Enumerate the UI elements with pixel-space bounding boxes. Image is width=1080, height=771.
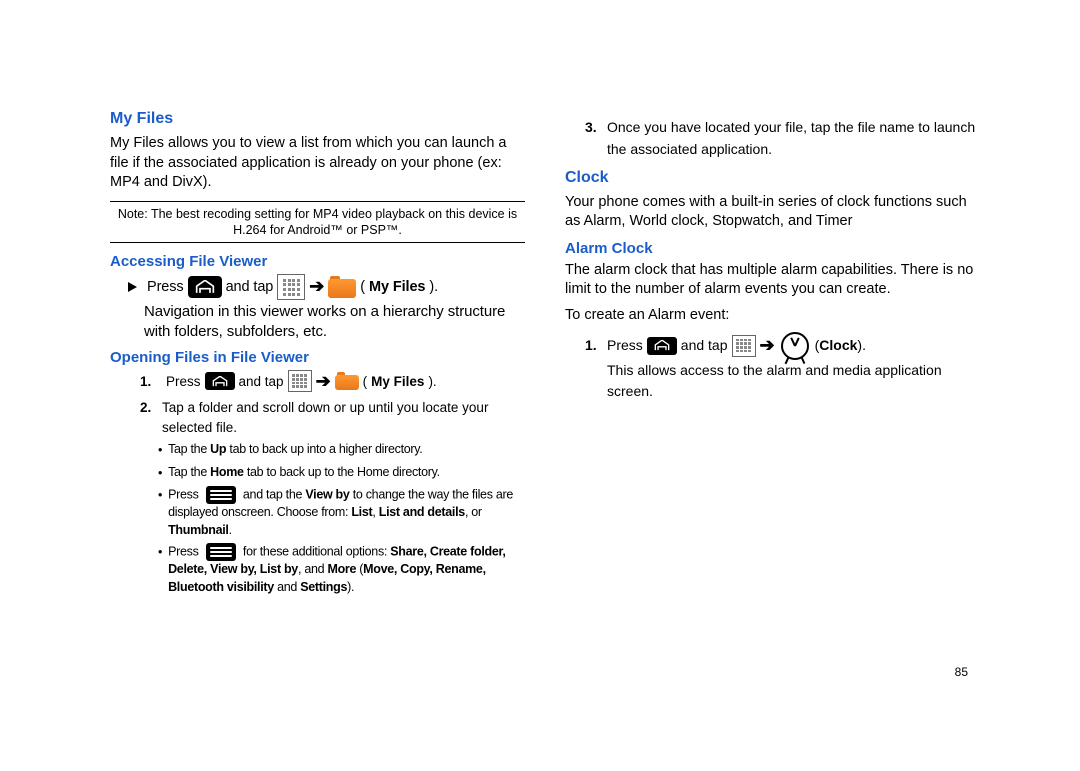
clock-label: Clock (819, 335, 857, 356)
step-number-2: 2. (140, 398, 156, 418)
bullet-dot-icon: • (158, 442, 162, 460)
heading-clock: Clock (565, 169, 980, 187)
note-block: Note: The best recoding setting for MP4 … (110, 201, 525, 244)
step-2-text: Tap a folder and scroll down or up until… (162, 398, 525, 437)
text-press: Press (166, 374, 201, 389)
alarm-step-1: 1. Press and tap ➔ (Clock). This allows … (585, 332, 980, 402)
page-number: 85 (955, 665, 968, 679)
sub-bullet-viewby: • Press and tap the View by to change th… (158, 486, 525, 539)
bullet-text: Tap the Up tab to back up into a higher … (168, 441, 422, 459)
heading-accessing-file-viewer: Accessing File Viewer (110, 253, 525, 270)
bullet-dot-icon: • (158, 487, 162, 505)
step-number-3: 3. (585, 116, 601, 138)
clock-body: Your phone comes with a built-in series … (565, 193, 980, 232)
sub-bullet-up: • Tap the Up tab to back up into a highe… (158, 441, 525, 460)
text-and-tap: and tap (239, 374, 284, 389)
sub-bullet-options: • Press for these additional options: Sh… (158, 543, 525, 596)
folder-icon (335, 372, 359, 390)
home-icon (205, 372, 235, 390)
alarm-step-1-tail: This allows access to the alarm and medi… (607, 360, 980, 402)
text-press: Press (147, 278, 184, 297)
paren-close: ). (428, 374, 436, 389)
my-files-label: My Files (369, 278, 425, 297)
menu-icon (206, 486, 236, 504)
text-and-tap: and tap (226, 278, 274, 297)
apps-grid-icon (288, 370, 312, 392)
arrow-right-icon: ➔ (309, 275, 324, 298)
manual-page: My Files My Files allows you to view a l… (0, 0, 1080, 638)
step-number-1: 1. (140, 374, 156, 389)
arrow-right-icon: ➔ (760, 332, 775, 359)
bullet-text: Press and tap the View by to change the … (168, 486, 525, 539)
sub-bullet-home: • Tap the Home tab to back up to the Hom… (158, 464, 525, 483)
left-column: My Files My Files allows you to view a l… (110, 110, 525, 598)
my-files-label: My Files (371, 374, 424, 389)
menu-icon (206, 543, 236, 561)
home-icon (647, 337, 677, 355)
folder-icon (328, 276, 356, 298)
accessing-file-viewer-desc: Navigation in this viewer works on a hie… (144, 302, 525, 341)
alarm-sub: To create an Alarm event: (565, 306, 980, 326)
home-icon (188, 276, 222, 298)
opening-step-2: 2. Tap a folder and scroll down or up un… (140, 398, 525, 437)
play-bullet-icon (128, 282, 137, 292)
apps-grid-icon (732, 335, 756, 357)
alarm-body: The alarm clock that has multiple alarm … (565, 261, 980, 300)
accessing-file-viewer-step: Press and tap ➔ (My Files). (128, 274, 525, 300)
heading-opening-files: Opening Files in File Viewer (110, 349, 525, 366)
paren-open: ( (360, 278, 365, 297)
arrow-right-icon: ➔ (316, 371, 331, 392)
clock-icon (781, 332, 809, 360)
heading-alarm-clock: Alarm Clock (565, 240, 980, 257)
text-and-tap: and tap (681, 335, 728, 356)
opening-step-1: 1. Press and tap ➔ (My Files). (140, 370, 525, 392)
my-files-intro: My Files allows you to view a list from … (110, 134, 525, 193)
bullet-dot-icon: • (158, 544, 162, 562)
paren-close: ). (857, 335, 866, 356)
apps-grid-icon (277, 274, 305, 300)
bullet-dot-icon: • (158, 465, 162, 483)
opening-step-3: 3. Once you have located your file, tap … (585, 116, 980, 161)
bullet-text: Press for these additional options: Shar… (168, 543, 525, 596)
text-press: Press (607, 335, 643, 356)
step-number-1: 1. (585, 335, 601, 356)
right-column: 3. Once you have located your file, tap … (565, 110, 980, 598)
step-3-text: Once you have located your file, tap the… (607, 116, 980, 161)
heading-my-files: My Files (110, 110, 525, 128)
paren-open: ( (363, 374, 368, 389)
bullet-text: Tap the Home tab to back up to the Home … (168, 464, 440, 482)
paren-close: ). (429, 278, 438, 297)
